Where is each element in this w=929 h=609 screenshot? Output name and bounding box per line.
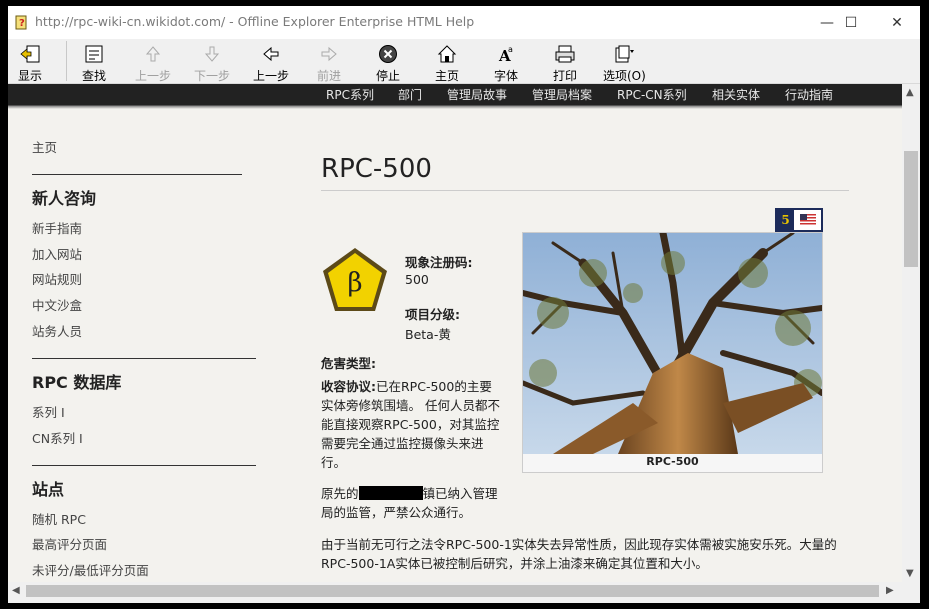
arrow-left-icon xyxy=(259,42,283,66)
origin-text-before: 原先的 xyxy=(321,486,359,501)
app-window: ? http://rpc-wiki-cn.wikidot.com/ - Offl… xyxy=(8,6,920,603)
nav-item-rpc-series[interactable]: RPC系列 xyxy=(326,86,374,103)
sidebar-item-sandbox[interactable]: 中文沙盒 xyxy=(32,295,82,314)
home-button[interactable]: 主页 xyxy=(435,39,459,84)
nav-item-departments[interactable]: 部门 xyxy=(398,86,422,103)
toolbar: 显示 查找 上一步 下一步 上一步 前进 停止 主页 A a 字体 打印 选项(… xyxy=(8,39,920,84)
nav-item-guide[interactable]: 行动指南 xyxy=(785,86,833,103)
vertical-scroll-thumb[interactable] xyxy=(904,151,918,267)
find-icon xyxy=(82,42,106,66)
toolbar-separator xyxy=(66,41,67,81)
title-bar: ? http://rpc-wiki-cn.wikidot.com/ - Offl… xyxy=(8,6,920,39)
printer-icon xyxy=(553,42,577,66)
font-icon: Aa xyxy=(494,42,518,66)
vertical-scrollbar[interactable]: ▲ ▼ xyxy=(902,84,920,582)
rating-value: 5 xyxy=(777,210,794,230)
scroll-corner xyxy=(902,582,920,600)
show-button[interactable]: 显示 xyxy=(18,39,42,84)
stop-button[interactable]: 停止 xyxy=(376,39,400,84)
show-panel-icon xyxy=(18,42,42,66)
prev-step-button[interactable]: 上一步 xyxy=(135,39,171,84)
sidebar-item-series-1[interactable]: 系列 I xyxy=(32,402,65,421)
sidebar-home-link[interactable]: 主页 xyxy=(32,137,57,156)
find-button[interactable]: 查找 xyxy=(82,39,106,84)
forward-button[interactable]: 前进 xyxy=(317,39,341,84)
sidebar-heading-newbie: 新人咨询 xyxy=(32,189,97,208)
scroll-right-icon[interactable]: ▶ xyxy=(886,585,894,596)
class-label: 项目分级: xyxy=(405,307,460,322)
page-content: RPC系列 部门 管理局故事 管理局档案 RPC-CN系列 相关实体 行动指南 … xyxy=(8,84,902,582)
sidebar-heading-database: RPC 数据库 xyxy=(32,373,122,392)
horizontal-scrollbar[interactable]: ◀ ▶ xyxy=(8,582,902,600)
nav-item-rpc-cn-series[interactable]: RPC-CN系列 xyxy=(617,86,687,103)
reg-code-value: 500 xyxy=(405,272,429,287)
title-divider xyxy=(321,190,849,191)
arrow-down-icon xyxy=(200,42,224,66)
page-title: RPC-500 xyxy=(321,154,432,184)
rpc-image-block[interactable]: RPC-500 xyxy=(522,232,823,473)
scroll-down-icon[interactable]: ▼ xyxy=(906,568,914,579)
help-book-icon: ? xyxy=(15,15,27,30)
nav-item-archives[interactable]: 管理局档案 xyxy=(532,86,592,103)
tree-photo xyxy=(523,233,822,454)
home-icon xyxy=(435,42,459,66)
origin-paragraph: 原先的 镇已纳入管理局的监管，严禁公众通行。 xyxy=(321,484,505,522)
sidebar-item-cn-series-1[interactable]: CN系列 I xyxy=(32,428,83,447)
nav-item-related-entities[interactable]: 相关实体 xyxy=(712,86,760,103)
sidebar-heading-site: 站点 xyxy=(32,480,65,499)
horizontal-scroll-thumb[interactable] xyxy=(26,585,879,597)
options-button[interactable]: 选项(O) xyxy=(603,39,646,84)
options-icon xyxy=(612,42,636,66)
close-button[interactable]: ✕ xyxy=(874,6,920,39)
stop-icon xyxy=(376,42,400,66)
sidebar-item-random[interactable]: 随机 RPC xyxy=(32,509,86,528)
back-button[interactable]: 上一步 xyxy=(253,39,289,84)
containment-label: 收容协议: xyxy=(321,379,376,394)
beta-class-pentagon-icon: β xyxy=(323,248,387,311)
badge-symbol: β xyxy=(347,268,362,298)
us-flag-icon xyxy=(800,214,816,225)
svg-text:?: ? xyxy=(19,18,25,29)
rating-badge[interactable]: 5 xyxy=(775,208,823,232)
sidebar-item-guide[interactable]: 新手指南 xyxy=(32,218,82,237)
sidebar-item-rules[interactable]: 网站规则 xyxy=(32,269,82,288)
top-nav-bar: RPC系列 部门 管理局故事 管理局档案 RPC-CN系列 相关实体 行动指南 xyxy=(8,84,902,109)
nav-item-stories[interactable]: 管理局故事 xyxy=(447,86,507,103)
sidebar-item-staff[interactable]: 站务人员 xyxy=(32,321,82,340)
reg-code-label: 现象注册码: xyxy=(405,255,473,270)
arrow-right-icon xyxy=(317,42,341,66)
maximize-button[interactable]: ☐ xyxy=(828,6,874,39)
class-value: Beta-黄 xyxy=(405,327,451,342)
arrow-up-icon xyxy=(141,42,165,66)
sidebar-divider xyxy=(32,174,242,175)
sidebar-item-top-rated[interactable]: 最高评分页面 xyxy=(32,534,107,553)
print-button[interactable]: 打印 xyxy=(553,39,577,84)
image-caption: RPC-500 xyxy=(646,455,699,468)
sidebar-divider xyxy=(32,358,256,359)
window-title: http://rpc-wiki-cn.wikidot.com/ - Offlin… xyxy=(35,14,475,29)
font-button[interactable]: Aa 字体 xyxy=(494,39,518,84)
svg-text:a: a xyxy=(508,45,513,54)
hazard-label: 危害类型: xyxy=(321,356,376,371)
containment-paragraph: 收容协议:已在RPC-500的主要实体旁修筑围墙。 任何人员都不能直接观察RPC… xyxy=(321,377,501,472)
redaction-bar xyxy=(358,486,423,500)
scroll-up-icon[interactable]: ▲ xyxy=(906,87,914,98)
sidebar-item-join[interactable]: 加入网站 xyxy=(32,244,82,263)
sidebar-item-unrated[interactable]: 未评分/最低评分页面 xyxy=(32,560,149,579)
body-paragraph: 由于当前无可行之法令RPC-500-1实体失去异常性质，因此现存实体需被实施安乐… xyxy=(321,537,837,571)
next-step-button[interactable]: 下一步 xyxy=(194,39,230,84)
sidebar-divider xyxy=(32,465,256,466)
scroll-left-icon[interactable]: ◀ xyxy=(12,585,20,596)
